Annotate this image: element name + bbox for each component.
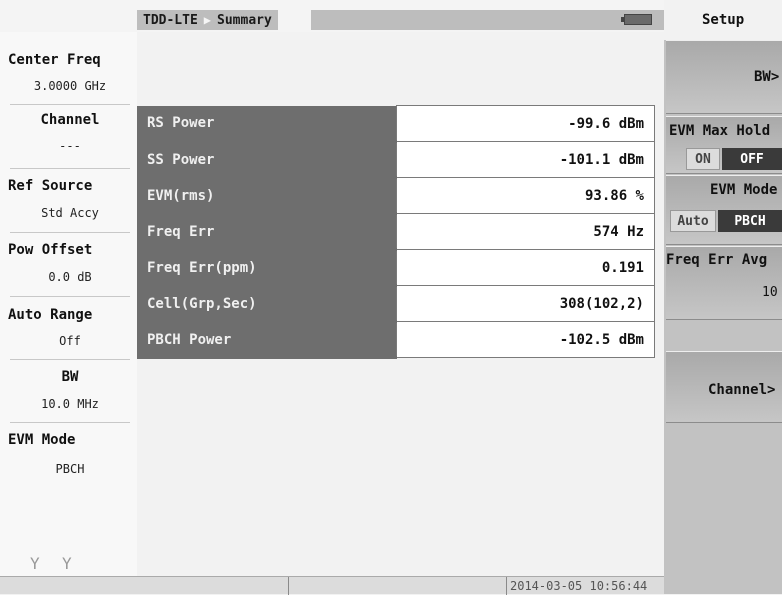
row-value: -101.1 dBm	[396, 141, 655, 178]
param-label-ref-source: Ref Source	[8, 178, 93, 194]
divider	[10, 232, 130, 233]
param-value-evm-mode: PBCH	[55, 462, 85, 476]
param-value-center-freq: 3.0000 GHz	[33, 79, 107, 93]
status-bar: 2014-03-05 10:56:44	[0, 576, 664, 595]
top-bar: TDD-LTE ▶ Summary	[0, 0, 665, 32]
table-row: Cell(Grp,Sec) 308(102,2)	[137, 285, 655, 323]
param-value-auto-range: Off	[59, 334, 81, 348]
view-label: Summary	[217, 12, 272, 28]
antenna-icon: Y	[30, 554, 40, 573]
row-value: -102.5 dBm	[396, 321, 655, 358]
row-label: Freq Err(ppm)	[137, 249, 397, 287]
table-row: PBCH Power -102.5 dBm	[137, 321, 655, 359]
param-label-channel: Channel	[40, 112, 100, 128]
summary-table: RS Power -99.6 dBm SS Power -101.1 dBm EVM…	[137, 105, 655, 385]
divider	[10, 104, 130, 105]
divider	[10, 422, 130, 423]
freq-err-avg-label: Freq Err Avg	[666, 252, 768, 268]
divider	[10, 359, 130, 360]
row-value: 574 Hz	[396, 213, 655, 250]
timestamp: 2014-03-05 10:56:44	[510, 579, 648, 593]
separator-arrow-icon: ▶	[203, 13, 212, 27]
freq-err-avg-softkey[interactable]: Freq Err Avg 10	[666, 246, 782, 320]
parameter-panel: Center Freq 3.0000 GHz Channel --- Ref S…	[0, 32, 137, 576]
row-label: SS Power	[137, 141, 397, 179]
divider	[10, 296, 130, 297]
evm-max-hold-off-option[interactable]: OFF	[722, 148, 782, 170]
row-value: 0.191	[396, 249, 655, 286]
freq-err-avg-value: 10	[762, 285, 778, 300]
softkey-title: Setup	[702, 12, 745, 28]
param-value-bw: 10.0 MHz	[41, 397, 99, 411]
antenna-icon: Y	[62, 554, 72, 573]
param-label-auto-range: Auto Range	[8, 307, 93, 323]
param-value-channel: ---	[59, 139, 81, 153]
param-label-pow-offset: Pow Offset	[8, 242, 93, 258]
param-label-center-freq: Center Freq	[8, 52, 101, 68]
row-label: Freq Err	[137, 213, 397, 251]
channel-softkey-label: Channel>	[708, 382, 776, 398]
divider	[506, 577, 507, 595]
softkey-header: Setup	[664, 0, 782, 40]
battery-icon	[621, 14, 652, 25]
evm-mode-auto-option[interactable]: Auto	[670, 210, 716, 232]
evm-max-hold-label: EVM Max Hold	[669, 123, 771, 139]
table-row: EVM(rms) 93.86 %	[137, 177, 655, 215]
evm-mode-softkey[interactable]: EVM Mode Auto PBCH	[666, 175, 782, 245]
evm-mode-label: EVM Mode	[710, 182, 778, 198]
param-label-evm-mode: EVM Mode	[8, 432, 76, 448]
evm-mode-pbch-option[interactable]: PBCH	[718, 210, 782, 232]
row-value: 308(102,2)	[396, 285, 655, 322]
row-label: EVM(rms)	[137, 177, 397, 215]
table-row: Freq Err(ppm) 0.191	[137, 249, 655, 287]
bw-softkey-label: BW>	[754, 69, 780, 85]
param-value-ref-source: Std Accy	[41, 206, 99, 220]
row-label: PBCH Power	[137, 321, 397, 359]
row-label: RS Power	[137, 105, 397, 143]
param-value-pow-offset: 0.0 dB	[48, 270, 92, 284]
table-row: RS Power -99.6 dBm	[137, 105, 655, 143]
evm-max-hold-softkey[interactable]: EVM Max Hold ON OFF	[666, 116, 782, 174]
evm-max-hold-on-option[interactable]: ON	[686, 148, 720, 170]
table-row: SS Power -101.1 dBm	[137, 141, 655, 179]
param-label-bw: BW	[61, 369, 79, 385]
channel-softkey[interactable]: Channel>	[666, 351, 782, 423]
row-value: 93.86 %	[396, 177, 655, 214]
row-label: Cell(Grp,Sec)	[137, 285, 397, 323]
mode-title: TDD-LTE ▶ Summary	[137, 10, 278, 30]
mode-label: TDD-LTE	[143, 12, 198, 28]
title-bar-fill	[311, 10, 665, 30]
bw-softkey[interactable]: BW>	[666, 40, 782, 114]
table-row: Freq Err 574 Hz	[137, 213, 655, 251]
row-value: -99.6 dBm	[396, 105, 655, 142]
divider	[10, 168, 130, 169]
divider	[288, 577, 289, 595]
softkey-panel: Setup BW> EVM Max Hold ON OFF EVM Mode A…	[664, 0, 782, 594]
